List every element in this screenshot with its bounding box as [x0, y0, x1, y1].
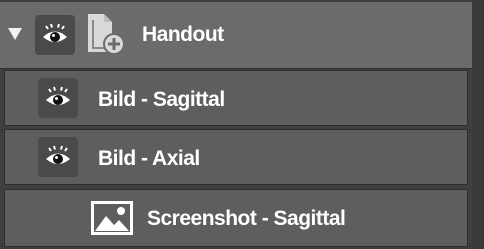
tree-item-bild-sagittal[interactable]: Bild - Sagittal	[4, 70, 468, 126]
tree-item-label: Bild - Sagittal	[98, 88, 225, 111]
tree-item-label: Screenshot - Sagittal	[147, 207, 346, 230]
visibility-toggle-button[interactable]	[38, 78, 78, 118]
image-icon	[91, 201, 133, 235]
tree-item-label: Bild - Axial	[98, 147, 200, 170]
tree-item-screenshot-sagittal[interactable]: Screenshot - Sagittal	[4, 189, 468, 247]
triangle-down-icon[interactable]	[8, 28, 22, 40]
visibility-toggle-button[interactable]	[38, 137, 78, 177]
tree-group-handout[interactable]: Handout	[0, 2, 478, 69]
visibility-toggle-button[interactable]	[35, 15, 75, 55]
tree-group-label: Handout	[142, 23, 224, 46]
eye-icon	[46, 86, 70, 105]
layer-tree-panel: Handout Bild - Sagittal Bild - Axial Scr…	[0, 0, 484, 249]
scrollbar[interactable]	[472, 0, 484, 249]
eye-icon	[43, 23, 67, 42]
document-add-icon	[88, 14, 125, 55]
tree-item-bild-axial[interactable]: Bild - Axial	[4, 129, 468, 185]
eye-icon	[46, 145, 70, 164]
